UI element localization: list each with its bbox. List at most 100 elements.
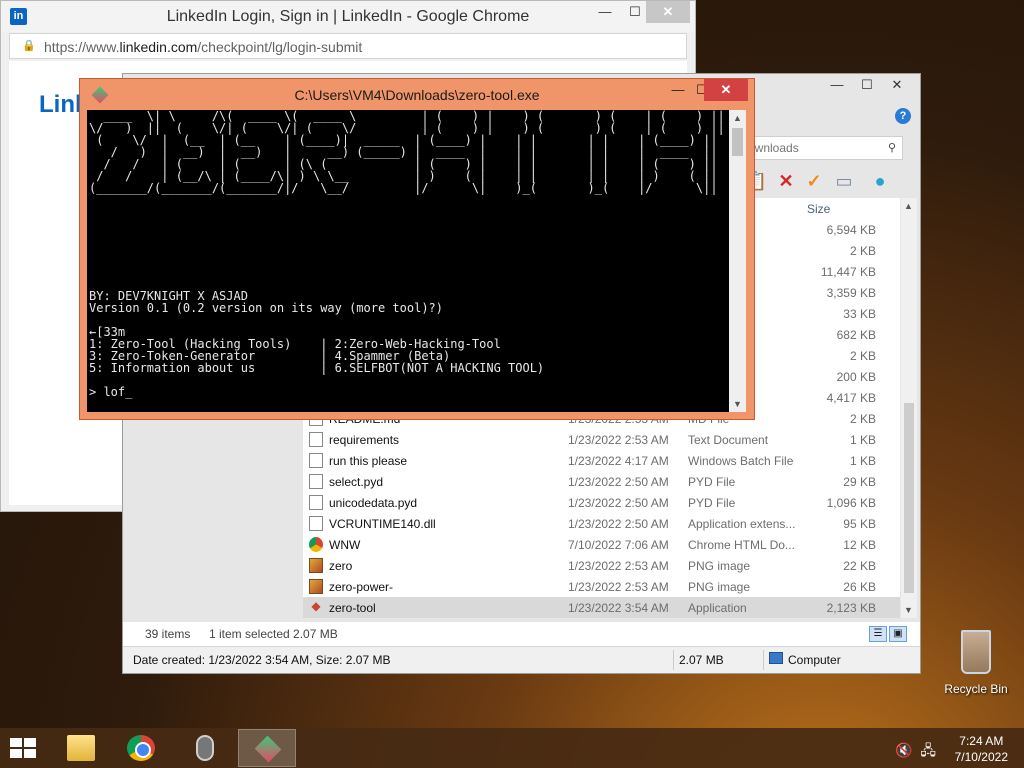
file-size: 1,096 KB [826,496,876,510]
console-close-button[interactable]: ✕ [704,79,748,101]
folder-icon [67,735,95,761]
file-row[interactable]: run this please 1/23/2022 4:17 AM Windows … [303,450,900,471]
delete-icon[interactable]: ✕ [773,168,799,194]
file-size: 2,123 KB [826,601,876,615]
file-name[interactable]: zero-tool [329,601,376,615]
console-scrollbar[interactable]: ▲ ▼ [729,110,746,412]
file-size: 22 KB [843,559,876,573]
taskbar-clock[interactable]: 7:24 AM 7/10/2022 [955,733,1008,765]
recycle-bin-icon[interactable] [961,630,991,674]
file-type: Application extens... [688,517,796,531]
console-titlebar[interactable]: C:\Users\VM4\Downloads\zero-tool.exe — ☐… [80,79,754,109]
file-size: 3,359 KB [826,286,876,300]
lock-icon: 🔒 [22,40,36,52]
file-name[interactable]: zero-power- [329,580,393,594]
search-icon[interactable]: ⚲ [888,141,896,154]
file-size: 682 KB [836,328,876,342]
console-window[interactable]: C:\Users\VM4\Downloads\zero-tool.exe — ☐… [79,78,755,420]
file-type: PYD File [688,475,736,489]
mouse-icon [196,735,214,761]
file-icon [309,516,323,531]
file-list-scrollbar[interactable]: ▲ ▼ [901,198,917,618]
search-input[interactable] [748,138,868,158]
file-row[interactable]: unicodedata.pyd 1/23/2022 2:50 AM PYD File… [303,492,900,513]
details-text: Date created: 1/23/2022 3:54 AM, Size: 2… [133,653,391,667]
file-name[interactable]: select.pyd [329,475,383,489]
file-row[interactable]: requirements 1/23/2022 2:53 AM Text Docume… [303,429,900,450]
rename-icon[interactable]: ▭ [831,168,857,194]
file-type: Chrome HTML Do... [688,538,795,552]
file-row[interactable]: zero-power- 1/23/2022 2:53 AM PNG image 26 … [303,576,900,597]
speaker-muted-icon[interactable]: 🔇 [895,742,912,758]
file-size: 33 KB [843,307,876,321]
chrome-address-bar[interactable]: 🔒 https://www.linkedin.com/checkpoint/lg… [9,33,687,59]
details-view-icon[interactable]: ☰ [869,626,887,642]
image-file-icon [309,558,323,573]
chrome-close-button[interactable]: ✕ [646,1,690,23]
file-row[interactable]: zero 1/23/2022 2:53 AM PNG image 22 KB [303,555,900,576]
details-location: Computer [788,653,841,667]
console-scroll-up-icon[interactable]: ▲ [733,113,742,123]
computer-icon [769,652,783,664]
file-size: 1 KB [849,454,876,468]
explorer-close-button[interactable]: ✕ [875,74,919,96]
column-header-size[interactable]: Size [807,202,830,216]
file-icon [309,474,323,489]
file-icon [309,432,323,447]
file-type: PNG image [688,559,751,573]
file-date: 1/23/2022 2:50 AM [568,517,669,531]
file-icon [309,453,323,468]
taskbar: 🔇 🖧 7:24 AM 7/10/2022 [0,728,1024,768]
file-size: 2 KB [849,349,876,363]
chrome-titlebar[interactable]: in LinkedIn Login, Sign in | LinkedIn - … [1,1,695,32]
file-name[interactable]: zero [329,559,352,573]
network-icon[interactable]: 🖧 [920,742,936,758]
file-name[interactable]: VCRUNTIME140.dll [329,517,436,531]
explorer-search-box[interactable]: ⚲ [743,136,903,160]
system-tray: 🔇 🖧 [895,740,936,764]
globe-icon[interactable]: ● [867,168,893,194]
file-date: 1/23/2022 2:53 AM [568,433,669,447]
windows-start-icon[interactable] [10,738,38,760]
file-size: 4,417 KB [826,391,876,405]
console-screen[interactable]: ____ \| \ /\( ____ \( ____ \ | ( ) | ) (… [87,110,729,412]
file-row[interactable]: ◆ zero-tool 1/23/2022 3:54 AM Application 2,… [303,597,900,618]
scroll-down-icon[interactable]: ▼ [904,605,913,615]
file-type: Application [688,601,747,615]
file-type: Text Document [688,433,769,447]
application-icon: ◆ [311,599,321,613]
file-type: Windows Batch File [688,454,794,468]
checkmark-icon[interactable]: ✓ [801,168,827,194]
clock-time: 7:24 AM [959,734,1004,748]
help-icon[interactable]: ? [895,108,911,124]
taskbar-zero-tool[interactable] [238,729,296,767]
scrollbar-thumb[interactable] [904,403,914,593]
scroll-up-icon[interactable]: ▲ [904,201,913,211]
file-name[interactable]: run this please [329,454,407,468]
taskbar-mouse-app[interactable] [176,729,234,767]
item-count: 39 items [145,627,191,641]
taskbar-chrome[interactable] [112,729,170,767]
chrome-icon [309,537,323,552]
file-size: 11,447 KB [820,265,876,279]
file-name[interactable]: requirements [329,433,399,447]
file-row[interactable]: select.pyd 1/23/2022 2:50 AM PYD File 29 KB [303,471,900,492]
file-size: 2 KB [849,412,876,426]
file-date: 1/23/2022 2:50 AM [568,475,669,489]
file-size: 2 KB [849,244,876,258]
console-scroll-down-icon[interactable]: ▼ [733,399,742,409]
file-name[interactable]: unicodedata.pyd [329,496,417,510]
address-url[interactable]: https://www.linkedin.com/checkpoint/lg/l… [44,39,362,55]
console-scrollbar-thumb[interactable] [732,128,743,156]
selection-info: 1 item selected 2.07 MB [209,627,338,641]
file-date: 1/23/2022 4:17 AM [568,454,669,468]
file-date: 1/23/2022 2:50 AM [568,496,669,510]
zero-tool-icon [254,735,282,763]
file-row[interactable]: WNW 7/10/2022 7:06 AM Chrome HTML Do... 12 … [303,534,900,555]
file-row[interactable]: VCRUNTIME140.dll 1/23/2022 2:50 AM Applica… [303,513,900,534]
recycle-bin[interactable]: Recycle Bin [940,630,1012,696]
file-name[interactable]: WNW [329,538,360,552]
console-output[interactable]: ____ \| \ /\( ____ \( ____ \ | ( ) | ) (… [87,110,729,398]
large-icons-view-icon[interactable]: ▣ [889,626,907,642]
taskbar-file-explorer[interactable] [52,729,110,767]
